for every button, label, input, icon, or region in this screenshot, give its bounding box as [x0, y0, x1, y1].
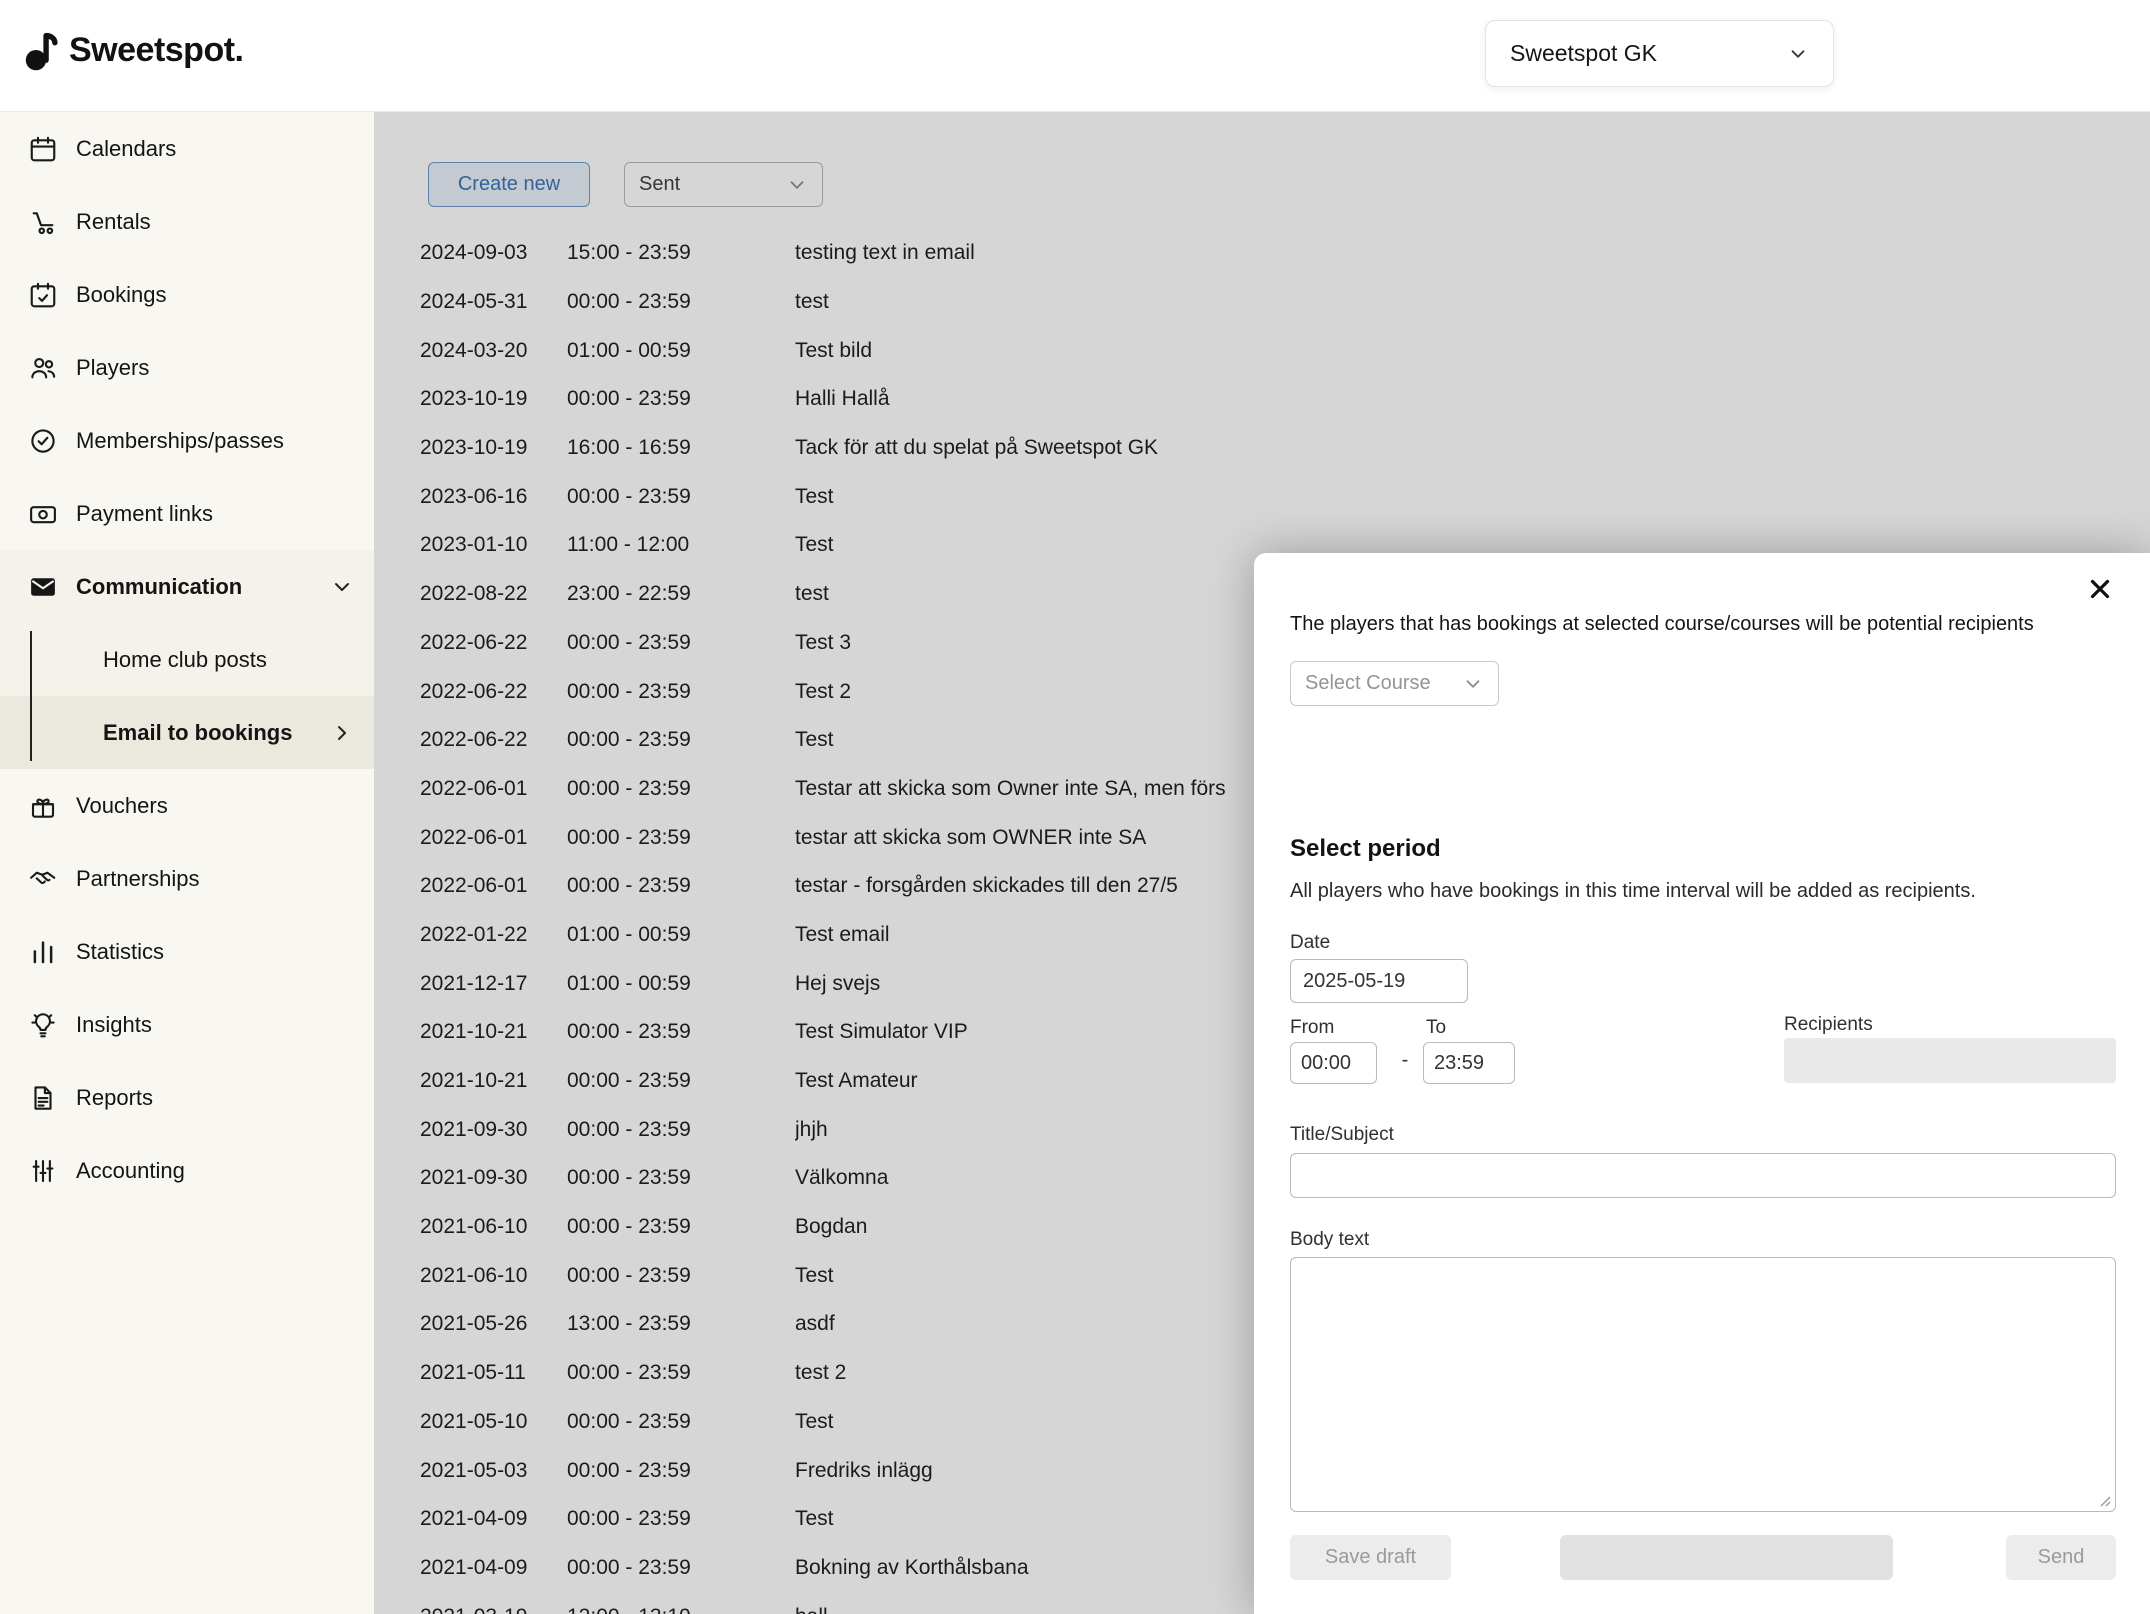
email-compose-modal: The players that has bookings at selecte…	[1254, 553, 2150, 1614]
select-period-description: All players who have bookings in this ti…	[1290, 880, 1976, 903]
sidebar-item-accounting[interactable]: Accounting	[0, 1134, 374, 1207]
bar-chart-icon	[28, 937, 58, 967]
sidebar-item-communication[interactable]: Communication	[0, 550, 374, 623]
sidebar-item-label: Calendars	[76, 136, 176, 162]
sidebar-item-bookings[interactable]: Bookings	[0, 258, 374, 331]
calendar-icon	[28, 134, 58, 164]
sidebar-item-calendars[interactable]: Calendars	[0, 112, 374, 185]
close-icon	[2085, 574, 2115, 604]
club-selector-value: Sweetspot GK	[1510, 40, 1657, 67]
sidebar-item-partnerships[interactable]: Partnerships	[0, 842, 374, 915]
sweetspot-logo-icon	[23, 28, 59, 72]
sidebar-item-rentals[interactable]: Rentals	[0, 185, 374, 258]
sidebar-item-label: Partnerships	[76, 866, 200, 892]
body-text-wrapper	[1290, 1257, 2116, 1512]
sliders-icon	[28, 1156, 58, 1186]
sidebar-item-label: Vouchers	[76, 793, 168, 819]
chevron-down-icon	[1462, 673, 1484, 695]
booking-calendar-icon	[28, 280, 58, 310]
sidebar-item-label: Insights	[76, 1012, 152, 1038]
date-input[interactable]	[1290, 959, 1468, 1003]
envelope-icon	[28, 572, 58, 602]
chevron-right-icon	[330, 721, 354, 745]
rentals-cart-icon	[28, 207, 58, 237]
players-icon	[28, 353, 58, 383]
sidebar: Calendars Rentals Bookings Players Membe…	[0, 112, 374, 1614]
sidebar-item-insights[interactable]: Insights	[0, 988, 374, 1061]
from-label: From	[1290, 1017, 1334, 1039]
sidebar-item-statistics[interactable]: Statistics	[0, 915, 374, 988]
sidebar-item-label: Home club posts	[103, 647, 267, 673]
communication-section: Communication Home club posts Email to b…	[0, 550, 374, 769]
recipients-field[interactable]	[1784, 1038, 2116, 1083]
title-subject-input[interactable]	[1290, 1153, 2116, 1198]
logo-text: Sweetspot.	[69, 31, 243, 70]
communication-children: Home club posts Email to bookings	[0, 623, 374, 769]
time-from-input[interactable]	[1290, 1042, 1377, 1084]
select-period-heading: Select period	[1290, 835, 1441, 863]
recipients-info-text: The players that has bookings at selecte…	[1290, 613, 2034, 636]
membership-check-icon	[28, 426, 58, 456]
sidebar-item-memberships[interactable]: Memberships/passes	[0, 404, 374, 477]
sidebar-item-reports[interactable]: Reports	[0, 1061, 374, 1134]
date-label: Date	[1290, 932, 1330, 954]
schedule-send-field[interactable]	[1560, 1535, 1893, 1580]
top-header: Sweetspot. Sweetspot GK	[0, 0, 2150, 112]
body-text-input[interactable]	[1290, 1257, 2116, 1512]
sidebar-item-label: Memberships/passes	[76, 428, 284, 454]
sidebar-item-home-club-posts[interactable]: Home club posts	[0, 623, 374, 696]
sidebar-item-label: Statistics	[76, 939, 164, 965]
sidebar-item-email-to-bookings[interactable]: Email to bookings	[0, 696, 374, 769]
sidebar-item-payment-links[interactable]: Payment links	[0, 477, 374, 550]
sweetspot-logo: Sweetspot.	[23, 28, 243, 72]
course-select-placeholder: Select Course	[1305, 672, 1431, 695]
sidebar-item-label: Players	[76, 355, 149, 381]
time-to-input[interactable]	[1423, 1042, 1515, 1084]
sidebar-item-label: Bookings	[76, 282, 167, 308]
sidebar-item-label: Accounting	[76, 1158, 185, 1184]
sidebar-item-players[interactable]: Players	[0, 331, 374, 404]
sidebar-item-label: Email to bookings	[103, 720, 292, 746]
course-select-dropdown[interactable]: Select Course	[1290, 661, 1499, 706]
sidebar-item-label: Reports	[76, 1085, 153, 1111]
title-subject-label: Title/Subject	[1290, 1124, 1394, 1146]
save-draft-button[interactable]: Save draft	[1290, 1535, 1451, 1580]
payment-card-icon	[28, 499, 58, 529]
sidebar-item-label: Communication	[76, 574, 242, 600]
chevron-down-icon	[330, 575, 354, 599]
lightbulb-icon	[28, 1010, 58, 1040]
send-button[interactable]: Send	[2006, 1535, 2116, 1580]
document-icon	[28, 1083, 58, 1113]
to-label: To	[1426, 1017, 1446, 1039]
close-button[interactable]	[2078, 567, 2122, 611]
sidebar-item-label: Payment links	[76, 501, 213, 527]
indent-guide-line	[30, 631, 32, 761]
body-text-label: Body text	[1290, 1229, 1369, 1251]
chevron-down-icon	[1787, 43, 1809, 65]
sidebar-item-label: Rentals	[76, 209, 151, 235]
app-screen: Sweetspot. Sweetspot GK Calendars Rental…	[0, 0, 2150, 1614]
sidebar-item-vouchers[interactable]: Vouchers	[0, 769, 374, 842]
handshake-icon	[28, 864, 58, 894]
gift-icon	[28, 791, 58, 821]
time-range-separator: -	[1394, 1049, 1416, 1072]
club-selector-dropdown[interactable]: Sweetspot GK	[1485, 20, 1834, 87]
recipients-label: Recipients	[1784, 1014, 1873, 1036]
